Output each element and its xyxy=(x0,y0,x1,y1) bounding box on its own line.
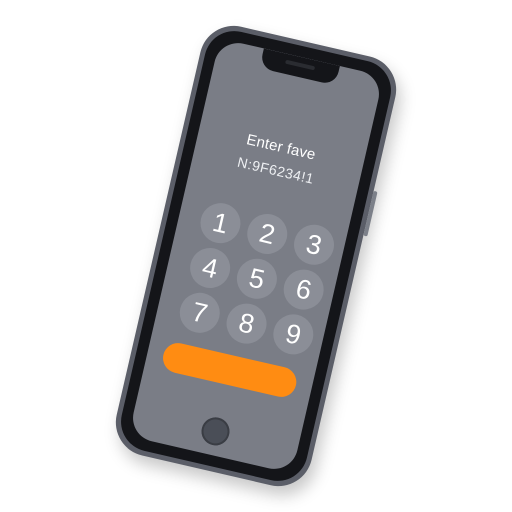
speaker-icon xyxy=(285,59,316,71)
app-canvas: Enter fave N:9F6234!1 1 2 3 4 5 6 7 8 9 xyxy=(0,0,512,512)
numeric-keypad: 1 2 3 4 5 6 7 8 9 xyxy=(175,199,339,359)
phone-device: Enter fave N:9F6234!1 1 2 3 4 5 6 7 8 9 xyxy=(109,19,403,493)
key-7[interactable]: 7 xyxy=(175,288,224,337)
phone-screen: Enter fave N:9F6234!1 1 2 3 4 5 6 7 8 9 xyxy=(128,38,384,474)
key-1[interactable]: 1 xyxy=(196,199,245,248)
phone-bezel: Enter fave N:9F6234!1 1 2 3 4 5 6 7 8 9 xyxy=(115,25,397,487)
key-6[interactable]: 6 xyxy=(279,265,328,314)
key-9[interactable]: 9 xyxy=(269,310,318,359)
key-2[interactable]: 2 xyxy=(243,209,292,258)
notch xyxy=(259,48,340,86)
key-5[interactable]: 5 xyxy=(232,254,281,303)
key-8[interactable]: 8 xyxy=(222,299,271,348)
home-button-icon[interactable] xyxy=(198,414,233,449)
key-4[interactable]: 4 xyxy=(186,244,235,292)
key-3[interactable]: 3 xyxy=(290,220,339,269)
